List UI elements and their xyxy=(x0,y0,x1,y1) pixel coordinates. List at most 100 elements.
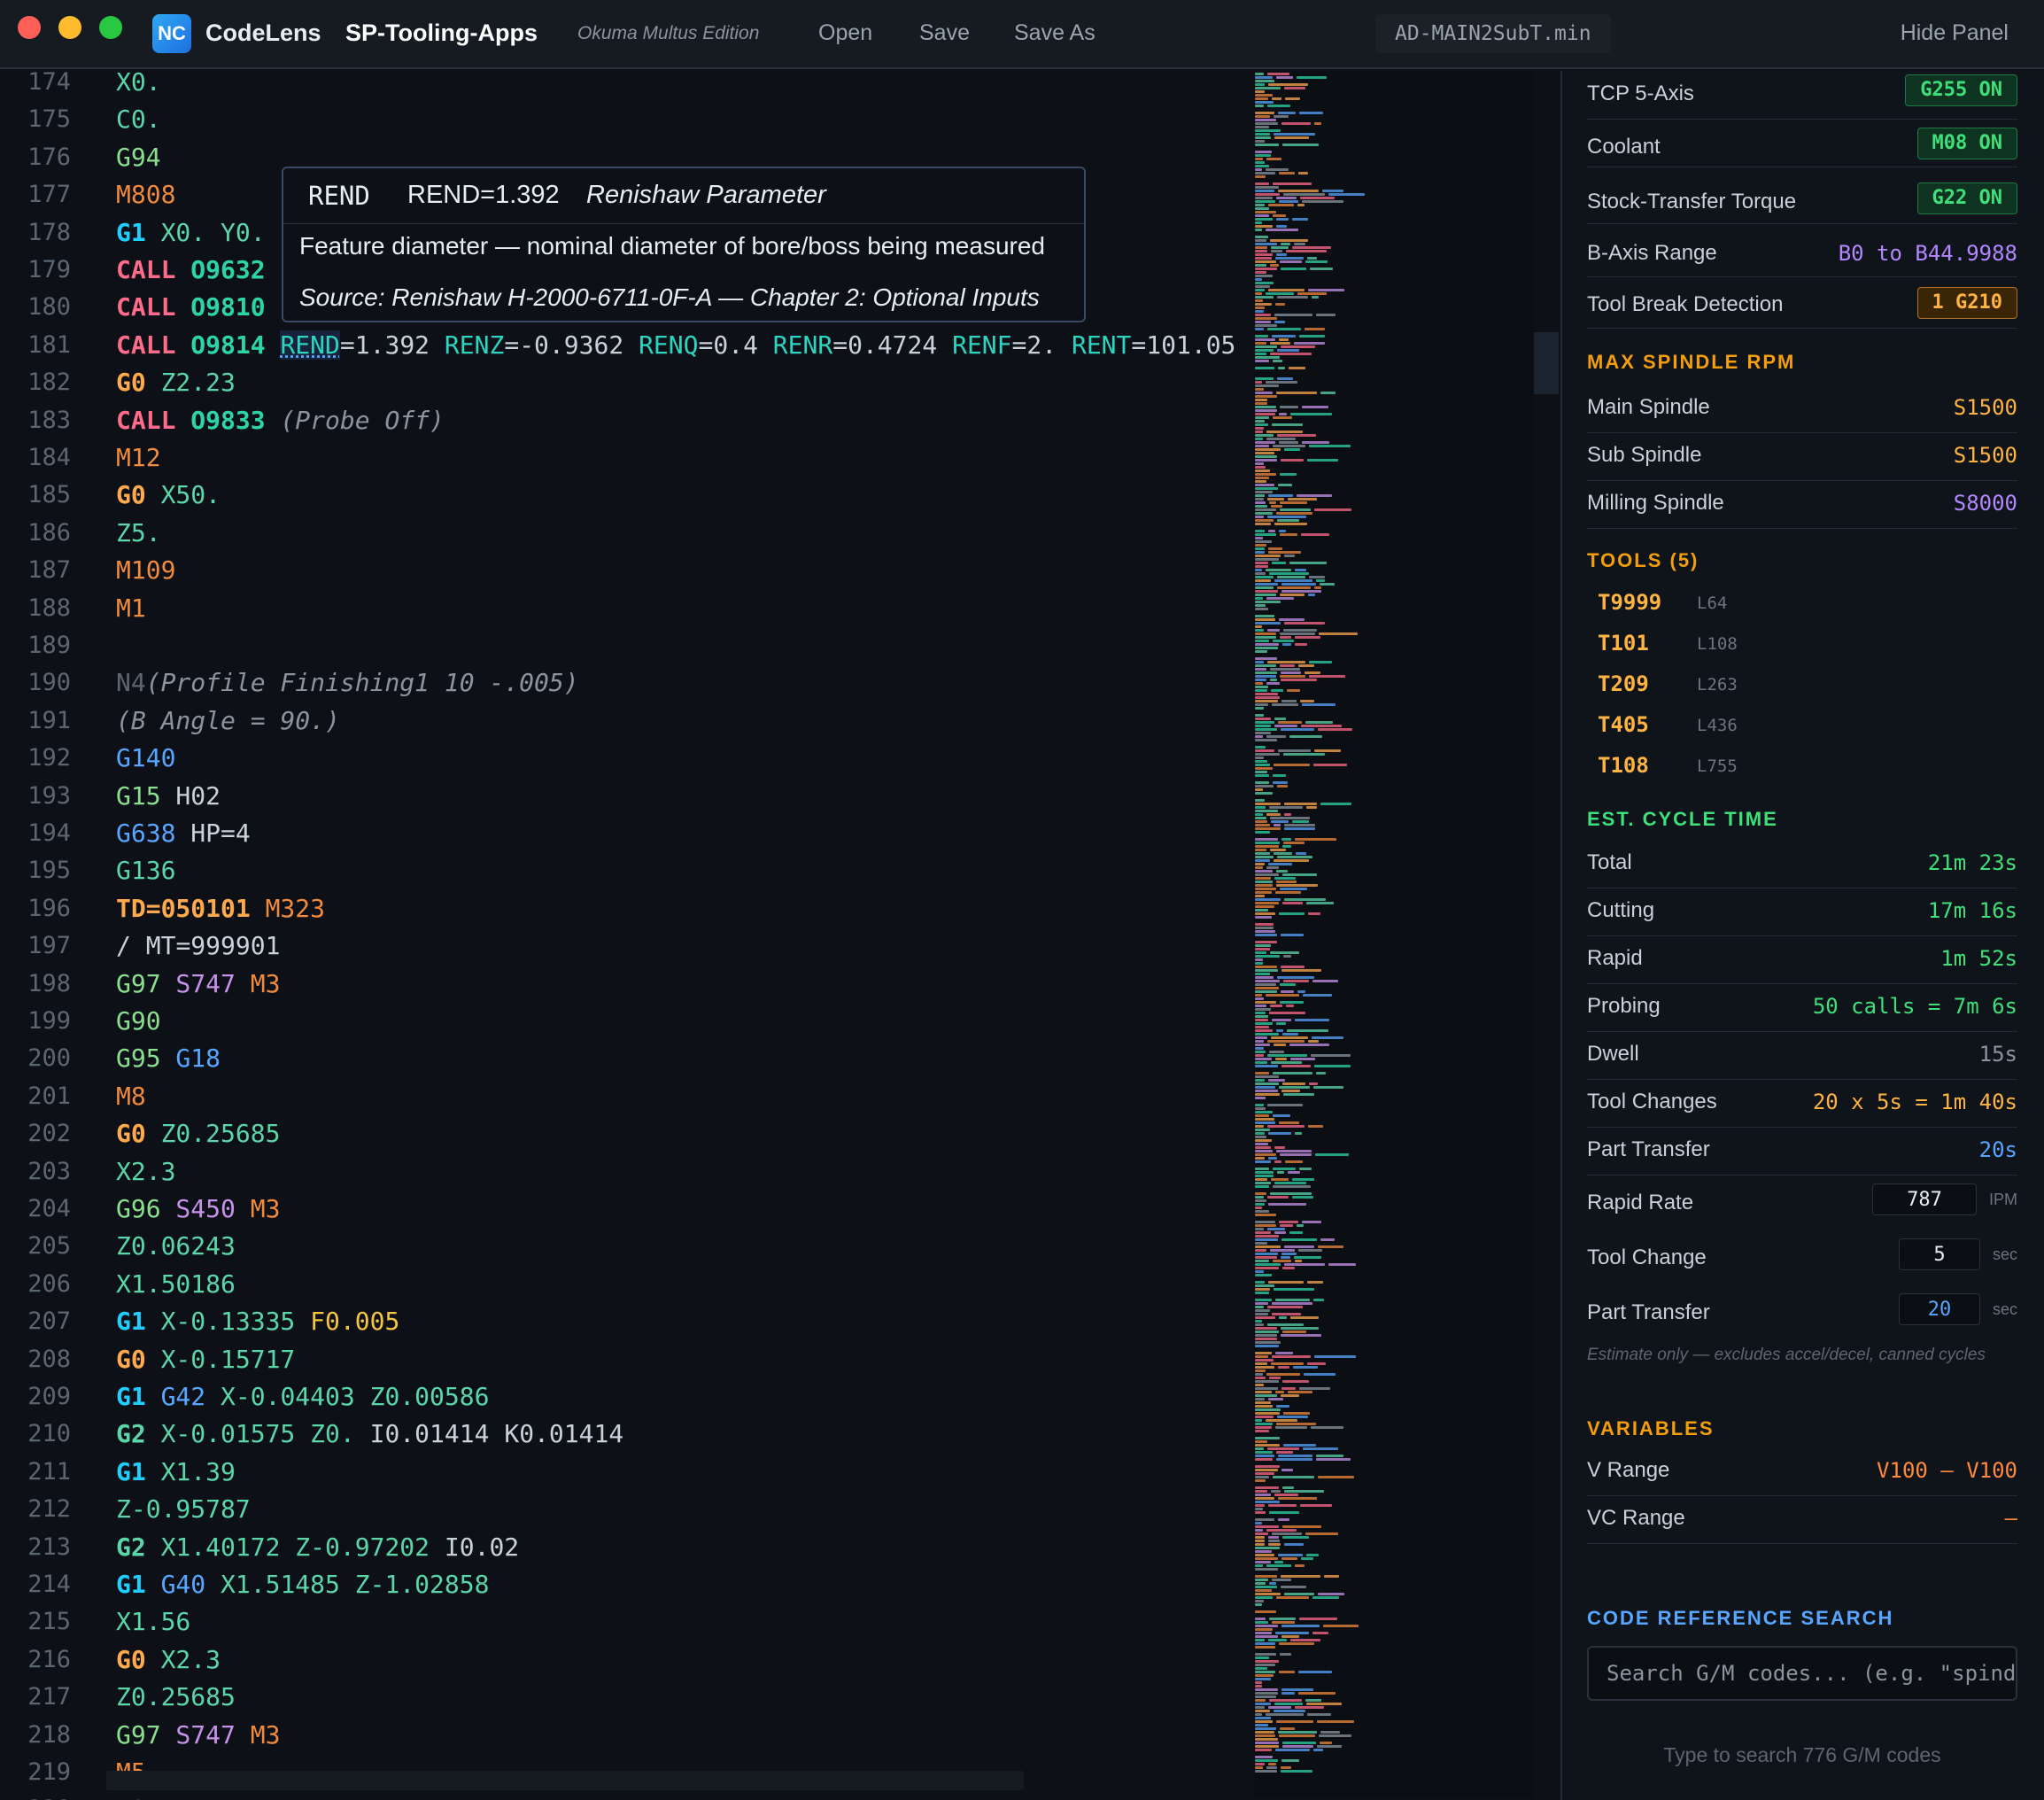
minimap-scrollbar-thumb[interactable] xyxy=(1534,332,1559,394)
code-line[interactable]: 186 Z5. xyxy=(0,515,1240,552)
code-line[interactable]: 192 G140 xyxy=(0,740,1240,777)
editor-horizontal-scrollbar[interactable] xyxy=(106,1771,1024,1790)
code-search-input[interactable]: Search G/M codes... (e.g. "spindle") xyxy=(1587,1646,2017,1701)
code-line[interactable]: 211 G1 X1.39 xyxy=(0,1454,1240,1491)
code-minimap[interactable] xyxy=(1253,71,1533,1798)
code-line[interactable]: 217 Z0.25685 xyxy=(0,1679,1240,1716)
minimap-line xyxy=(1255,810,1278,812)
rapid-rate-input[interactable]: 787 xyxy=(1872,1183,1977,1215)
minimap-line xyxy=(1284,555,1295,557)
code-line[interactable]: 210 G2 X-0.01575 Z0. I0.01414 K0.01414 xyxy=(0,1416,1240,1453)
code-line[interactable]: 201 M8 xyxy=(0,1078,1240,1115)
window-maximize-button[interactable] xyxy=(99,16,122,39)
code-line[interactable]: 213 G2 X1.40172 Z-0.97202 I0.02 xyxy=(0,1529,1240,1566)
code-line[interactable]: 207 G1 X-0.13335 F0.005 xyxy=(0,1303,1240,1340)
minimap-line xyxy=(1271,1362,1304,1365)
code-line[interactable]: 202 G0 Z0.25685 xyxy=(0,1115,1240,1152)
hide-panel-button[interactable]: Hide Panel xyxy=(1901,20,2009,46)
minimap-line xyxy=(1255,679,1266,681)
minimap-line xyxy=(1255,863,1265,865)
part-transfer-input[interactable]: 20 xyxy=(1899,1293,1980,1325)
code-line[interactable]: 218 G97 S747 M3 xyxy=(0,1717,1240,1754)
code-line[interactable]: 194 G638 HP=4 xyxy=(0,815,1240,852)
minimap-line xyxy=(1320,1731,1340,1734)
minimap-line xyxy=(1281,934,1304,936)
code-line[interactable]: 208 G0 X-0.15717 xyxy=(0,1341,1240,1378)
tool-change-input[interactable]: 5 xyxy=(1899,1238,1980,1270)
code-line[interactable]: 187 M109 xyxy=(0,552,1240,589)
code-line[interactable]: 200 G95 G18 xyxy=(0,1040,1240,1077)
code-line[interactable]: 199 G90 xyxy=(0,1003,1240,1040)
line-number: 186 xyxy=(27,518,71,547)
save-button[interactable]: Save xyxy=(919,20,970,46)
code-line[interactable]: 214 G1 G40 X1.51485 Z-1.02858 xyxy=(0,1566,1240,1603)
code-line[interactable]: 191 (B Angle = 90.) xyxy=(0,702,1240,740)
code-text: G2 X-0.01575 Z0. I0.01414 K0.01414 xyxy=(116,1416,623,1453)
code-line[interactable]: 198 G97 S747 M3 xyxy=(0,966,1240,1003)
code-line[interactable]: 209 G1 G42 X-0.04403 Z0.00586 xyxy=(0,1378,1240,1416)
minimap-line xyxy=(1255,225,1273,228)
minimap-line xyxy=(1290,1639,1320,1641)
file-name-tab[interactable]: AD-MAIN2SubT.min xyxy=(1375,14,1611,53)
open-button[interactable]: Open xyxy=(818,20,872,46)
minimap-line xyxy=(1318,728,1352,731)
code-line[interactable]: 190 N4(Profile Finishing1 10 -.005) xyxy=(0,664,1240,702)
minimap-line xyxy=(1303,994,1332,997)
code-line[interactable]: 175 C0. xyxy=(0,101,1240,138)
config-row-part-transfer: Part Transfer 20 sec xyxy=(1587,1288,2017,1336)
code-line[interactable]: 203 X2.3 xyxy=(0,1153,1240,1191)
minimap-line xyxy=(1255,1497,1274,1500)
minimap-line xyxy=(1268,1540,1280,1542)
code-line[interactable]: 204 G96 S450 M3 xyxy=(0,1191,1240,1228)
minimap-line xyxy=(1255,1703,1271,1705)
minimap-line xyxy=(1272,703,1298,706)
code-line[interactable]: 183 CALL O9833 (Probe Off) xyxy=(0,402,1240,439)
code-token: X1.56 xyxy=(116,1607,191,1637)
code-line[interactable]: 182 G0 Z2.23 xyxy=(0,364,1240,401)
code-line[interactable]: 196 TD=050101 M323 xyxy=(0,890,1240,927)
minimap-line xyxy=(1255,1210,1269,1213)
window-minimize-button[interactable] xyxy=(58,16,81,39)
code-line[interactable]: 216 G0 X2.3 xyxy=(0,1641,1240,1679)
minimap-line xyxy=(1274,852,1292,855)
minimap-line xyxy=(1255,707,1264,710)
minimap-line xyxy=(1282,902,1303,904)
code-line[interactable]: 195 G136 xyxy=(0,852,1240,889)
code-line[interactable]: 220 M9 xyxy=(0,1791,1240,1800)
code-line[interactable]: 212 Z-0.95787 xyxy=(0,1491,1240,1528)
code-line[interactable]: 188 M1 xyxy=(0,590,1240,627)
code-line[interactable]: 174 X0. xyxy=(0,71,1240,101)
minimap-line xyxy=(1255,842,1280,844)
code-line[interactable]: 181 CALL O9814 REND=1.392 RENZ=-0.9362 RE… xyxy=(0,327,1240,364)
minimap-line xyxy=(1255,792,1273,795)
minimap-line xyxy=(1268,1203,1306,1206)
code-line[interactable]: 189 xyxy=(0,627,1240,664)
minimap-line xyxy=(1279,1316,1287,1319)
code-line[interactable]: 215 X1.56 xyxy=(0,1603,1240,1641)
minimap-line xyxy=(1271,689,1283,692)
minimap-line xyxy=(1271,1061,1302,1064)
minimap-line xyxy=(1266,431,1303,433)
code-token: G2 xyxy=(116,1532,146,1562)
code-token: G1 xyxy=(116,1456,146,1486)
code-line[interactable]: 205 Z0.06243 xyxy=(0,1228,1240,1265)
code-line[interactable]: 193 G15 H02 xyxy=(0,778,1240,815)
minimap-line xyxy=(1255,888,1276,890)
code-line[interactable]: 184 M12 xyxy=(0,439,1240,477)
code-line[interactable]: 197 / MT=999901 xyxy=(0,927,1240,965)
line-number: 184 xyxy=(27,444,71,471)
minimap-line xyxy=(1316,1458,1351,1461)
save-as-button[interactable]: Save As xyxy=(1014,20,1096,46)
code-text: G0 X2.3 xyxy=(116,1641,221,1679)
minimap-line xyxy=(1255,349,1274,352)
minimap-line xyxy=(1281,590,1321,593)
code-line[interactable]: 206 X1.50186 xyxy=(0,1266,1240,1303)
code-token: 0.01414 xyxy=(519,1419,624,1449)
minimap-line xyxy=(1255,1005,1266,1007)
minimap-line xyxy=(1255,849,1266,851)
code-line[interactable]: 185 G0 X50. xyxy=(0,477,1240,514)
spindle-label: Main Spindle xyxy=(1587,395,1710,419)
window-close-button[interactable] xyxy=(18,16,41,39)
code-token: G95 xyxy=(116,1044,161,1074)
minimap-line xyxy=(1279,1734,1315,1737)
